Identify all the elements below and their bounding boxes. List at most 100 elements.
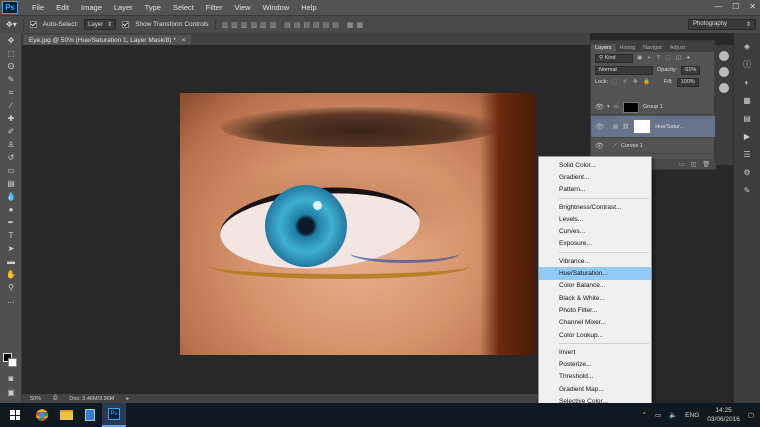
menu-item[interactable]: Threshold... [539,371,651,383]
doc-size-info[interactable]: Doc: 3.46M/3.96M [69,396,114,402]
file-explorer-icon[interactable] [54,403,78,427]
network-icon[interactable]: ▭ [655,411,661,419]
menu-item[interactable]: Curves... [539,225,651,237]
app-icon[interactable] [78,403,102,427]
new-layer-icon[interactable]: ◫ [691,161,697,168]
export-icon[interactable]: ⎙ [53,395,57,402]
status-arrow-icon[interactable]: ▸ [126,396,129,402]
menu-item[interactable]: Black & White... [539,292,651,304]
opacity-field[interactable]: 61% [681,65,701,75]
menu-item[interactable]: Invert [539,346,651,358]
layer-mask-thumbnail[interactable] [633,119,652,134]
shape-tool-icon[interactable]: ▬ [4,256,18,267]
auto-select-target-dropdown[interactable]: Layer ⇕ [84,19,117,30]
delete-layer-icon[interactable]: 🗑 [702,161,710,168]
photoshop-taskbar-icon[interactable]: Ps [102,403,126,427]
filter-icons[interactable]: ▣ ◐ T ⬚ ◫ ● [637,55,692,61]
layers-panel-icon[interactable] [719,51,729,61]
crop-tool-icon[interactable]: ⌗ [4,87,18,98]
eraser-tool-icon[interactable]: ▭ [4,165,18,176]
paths-dock-icon[interactable]: ✎ [741,185,753,195]
menu-item[interactable]: Posterize... [539,358,651,370]
lock-icons[interactable]: ⬚ ✐ ✥ 🔒 [612,79,652,85]
menu-item[interactable]: Vibrance... [539,255,651,267]
menu-item[interactable]: Brightness/Contrast... [539,201,651,213]
layer-row-hue-saturation[interactable]: 👁 ▤ ⛓ Hue/Satur... [591,116,716,138]
eye-icon[interactable]: 👁 [595,123,604,131]
info-panel-icon[interactable] [719,67,729,77]
layers-dock-icon[interactable]: ◈ [741,41,753,51]
menu-help[interactable]: Help [295,3,322,12]
move-tool-icon[interactable]: ✥▾ [6,20,17,29]
start-button[interactable] [0,403,30,427]
dodge-tool-icon[interactable]: ● [4,204,18,215]
clock[interactable]: 14:25 03/06/2016 [707,406,740,424]
history-dock-icon[interactable]: ▤ [741,113,753,123]
menu-file[interactable]: File [26,3,50,12]
maximize-button[interactable]: ☐ [732,2,739,11]
notifications-icon[interactable]: ▢ [748,411,754,419]
layer-mask-thumbnail[interactable] [622,101,639,113]
pen-tool-icon[interactable]: ✒ [4,217,18,228]
lasso-tool-icon[interactable]: ʘ [4,61,18,72]
document-tab[interactable]: Eye.jpg @ 50% (Hue/Saturation 1, Layer M… [24,35,191,45]
quick-select-tool-icon[interactable]: ✎ [4,74,18,85]
layer-row-group-1[interactable]: 👁 ▾ ▭ Group 1 [591,100,716,115]
align-icons[interactable]: ▥▥▥▥▥▥ ▤▤▤▤▤▤ ▦▦ [222,21,366,29]
screen-mode-icon[interactable]: ▣ [4,387,18,398]
marquee-tool-icon[interactable]: ⬚ [4,48,18,59]
menu-layer[interactable]: Layer [108,3,139,12]
show-transform-checkbox[interactable] [122,21,130,28]
menu-item[interactable]: Solid Color... [539,159,651,171]
menu-edit[interactable]: Edit [50,3,75,12]
menu-item[interactable]: Channel Mixer... [539,317,651,329]
eye-icon[interactable]: 👁 [595,142,604,150]
tab-histogram[interactable]: Histog [616,44,640,52]
zoom-tool-icon[interactable]: ⚲ [4,282,18,293]
blend-mode-dropdown[interactable]: Normal [595,65,653,75]
chrome-icon[interactable] [30,403,54,427]
quick-mask-icon[interactable]: ◙ [4,373,18,384]
menu-type[interactable]: Type [139,3,167,12]
background-color-swatch[interactable] [8,358,17,367]
adjustments-dock-icon[interactable]: ☰ [741,149,753,159]
minimize-button[interactable]: — [714,2,722,11]
close-button[interactable]: ✕ [749,2,756,11]
info-dock-icon[interactable]: ⓘ [741,59,753,69]
actions-dock-icon[interactable]: ▶ [741,131,753,141]
swatches-dock-icon[interactable]: ▦ [741,95,753,105]
language-indicator[interactable]: ENG [685,412,699,419]
menu-item[interactable]: Photo Filter... [539,304,651,316]
gradient-tool-icon[interactable]: ▤ [4,178,18,189]
workspace-dropdown[interactable]: Photography ⇕ [688,19,756,30]
menu-filter[interactable]: Filter [200,3,229,12]
tab-navigator[interactable]: Navigat [639,44,666,52]
type-tool-icon[interactable]: T [4,230,18,241]
path-select-tool-icon[interactable]: ➤ [4,243,18,254]
menu-item[interactable]: Gradient... [539,171,651,183]
layer-row-curves-1[interactable]: 👁 ⟋ Curves 1 [591,139,716,154]
eyedropper-tool-icon[interactable]: ⁄ [4,100,18,111]
menu-item[interactable]: Pattern... [539,184,651,196]
chevron-up-icon[interactable]: ⌃ [642,411,647,419]
brush-tool-icon[interactable]: ✐ [4,126,18,137]
color-panel-icon[interactable] [719,83,729,93]
hand-tool-icon[interactable]: ✋ [4,269,18,280]
menu-item[interactable]: Color Lookup... [539,329,651,341]
eye-icon[interactable]: 👁 [595,103,604,111]
zoom-level[interactable]: 50% [30,396,41,402]
more-tools-icon[interactable]: … [4,295,18,306]
menu-item[interactable]: Exposure... [539,238,651,250]
clone-stamp-tool-icon[interactable]: ♙ [4,139,18,150]
properties-dock-icon[interactable]: ⚙ [741,167,753,177]
expand-arrow-icon[interactable]: ▾ [607,104,610,110]
eye-photo[interactable] [180,93,535,355]
close-tab-icon[interactable]: × [182,37,186,44]
color-dock-icon[interactable]: ◐ [741,77,753,87]
menu-item[interactable]: Levels... [539,213,651,225]
tab-layers[interactable]: Layers [591,44,616,52]
menu-item[interactable]: Color Balance... [539,280,651,292]
healing-brush-tool-icon[interactable]: ✚ [4,113,18,124]
volume-icon[interactable]: 🔈 [669,411,677,419]
menu-view[interactable]: View [228,3,256,12]
